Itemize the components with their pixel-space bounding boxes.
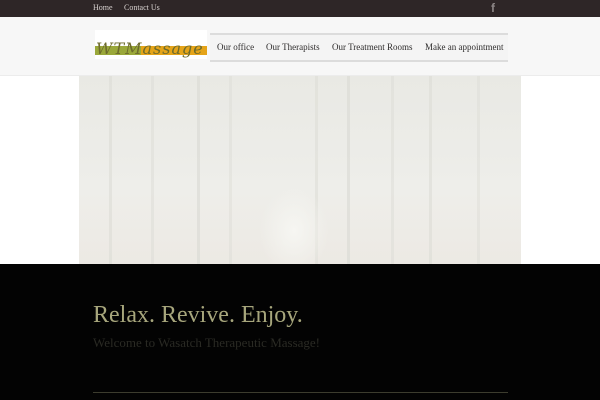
facebook-icon[interactable]: f: [488, 2, 498, 15]
logo-text: WTMassage: [96, 39, 204, 58]
main-nav: Our office Our Therapists Our Treatment …: [210, 33, 508, 62]
nav-our-therapists[interactable]: Our Therapists: [266, 42, 320, 52]
hero-trunk: [109, 76, 112, 282]
hero-trunk: [347, 76, 350, 282]
hero-light: [259, 186, 329, 276]
nav-our-treatment-rooms[interactable]: Our Treatment Rooms: [332, 42, 413, 52]
top-bar: Home Contact Us f: [0, 0, 600, 17]
intro-band: [0, 264, 600, 400]
hero-image-bamboo-forest: [79, 76, 521, 282]
hero-trunk: [477, 76, 480, 282]
hero-trunk: [391, 76, 394, 282]
contact-us-link[interactable]: Contact Us: [124, 3, 160, 12]
site-logo[interactable]: WTMassage: [95, 30, 207, 59]
hero-trunk: [151, 76, 154, 282]
hero-trunk: [429, 76, 432, 282]
hero-trunk: [197, 76, 200, 282]
nav-make-appointment[interactable]: Make an appointment: [425, 42, 503, 52]
hero-trunk: [229, 76, 232, 282]
welcome-text: Welcome to Wasatch Therapeutic Massage!: [93, 335, 321, 350]
tagline: Relax. Revive. Enjoy.: [93, 302, 303, 328]
home-link[interactable]: Home: [93, 3, 113, 12]
nav-our-office[interactable]: Our office: [217, 42, 254, 52]
divider: [93, 392, 508, 393]
